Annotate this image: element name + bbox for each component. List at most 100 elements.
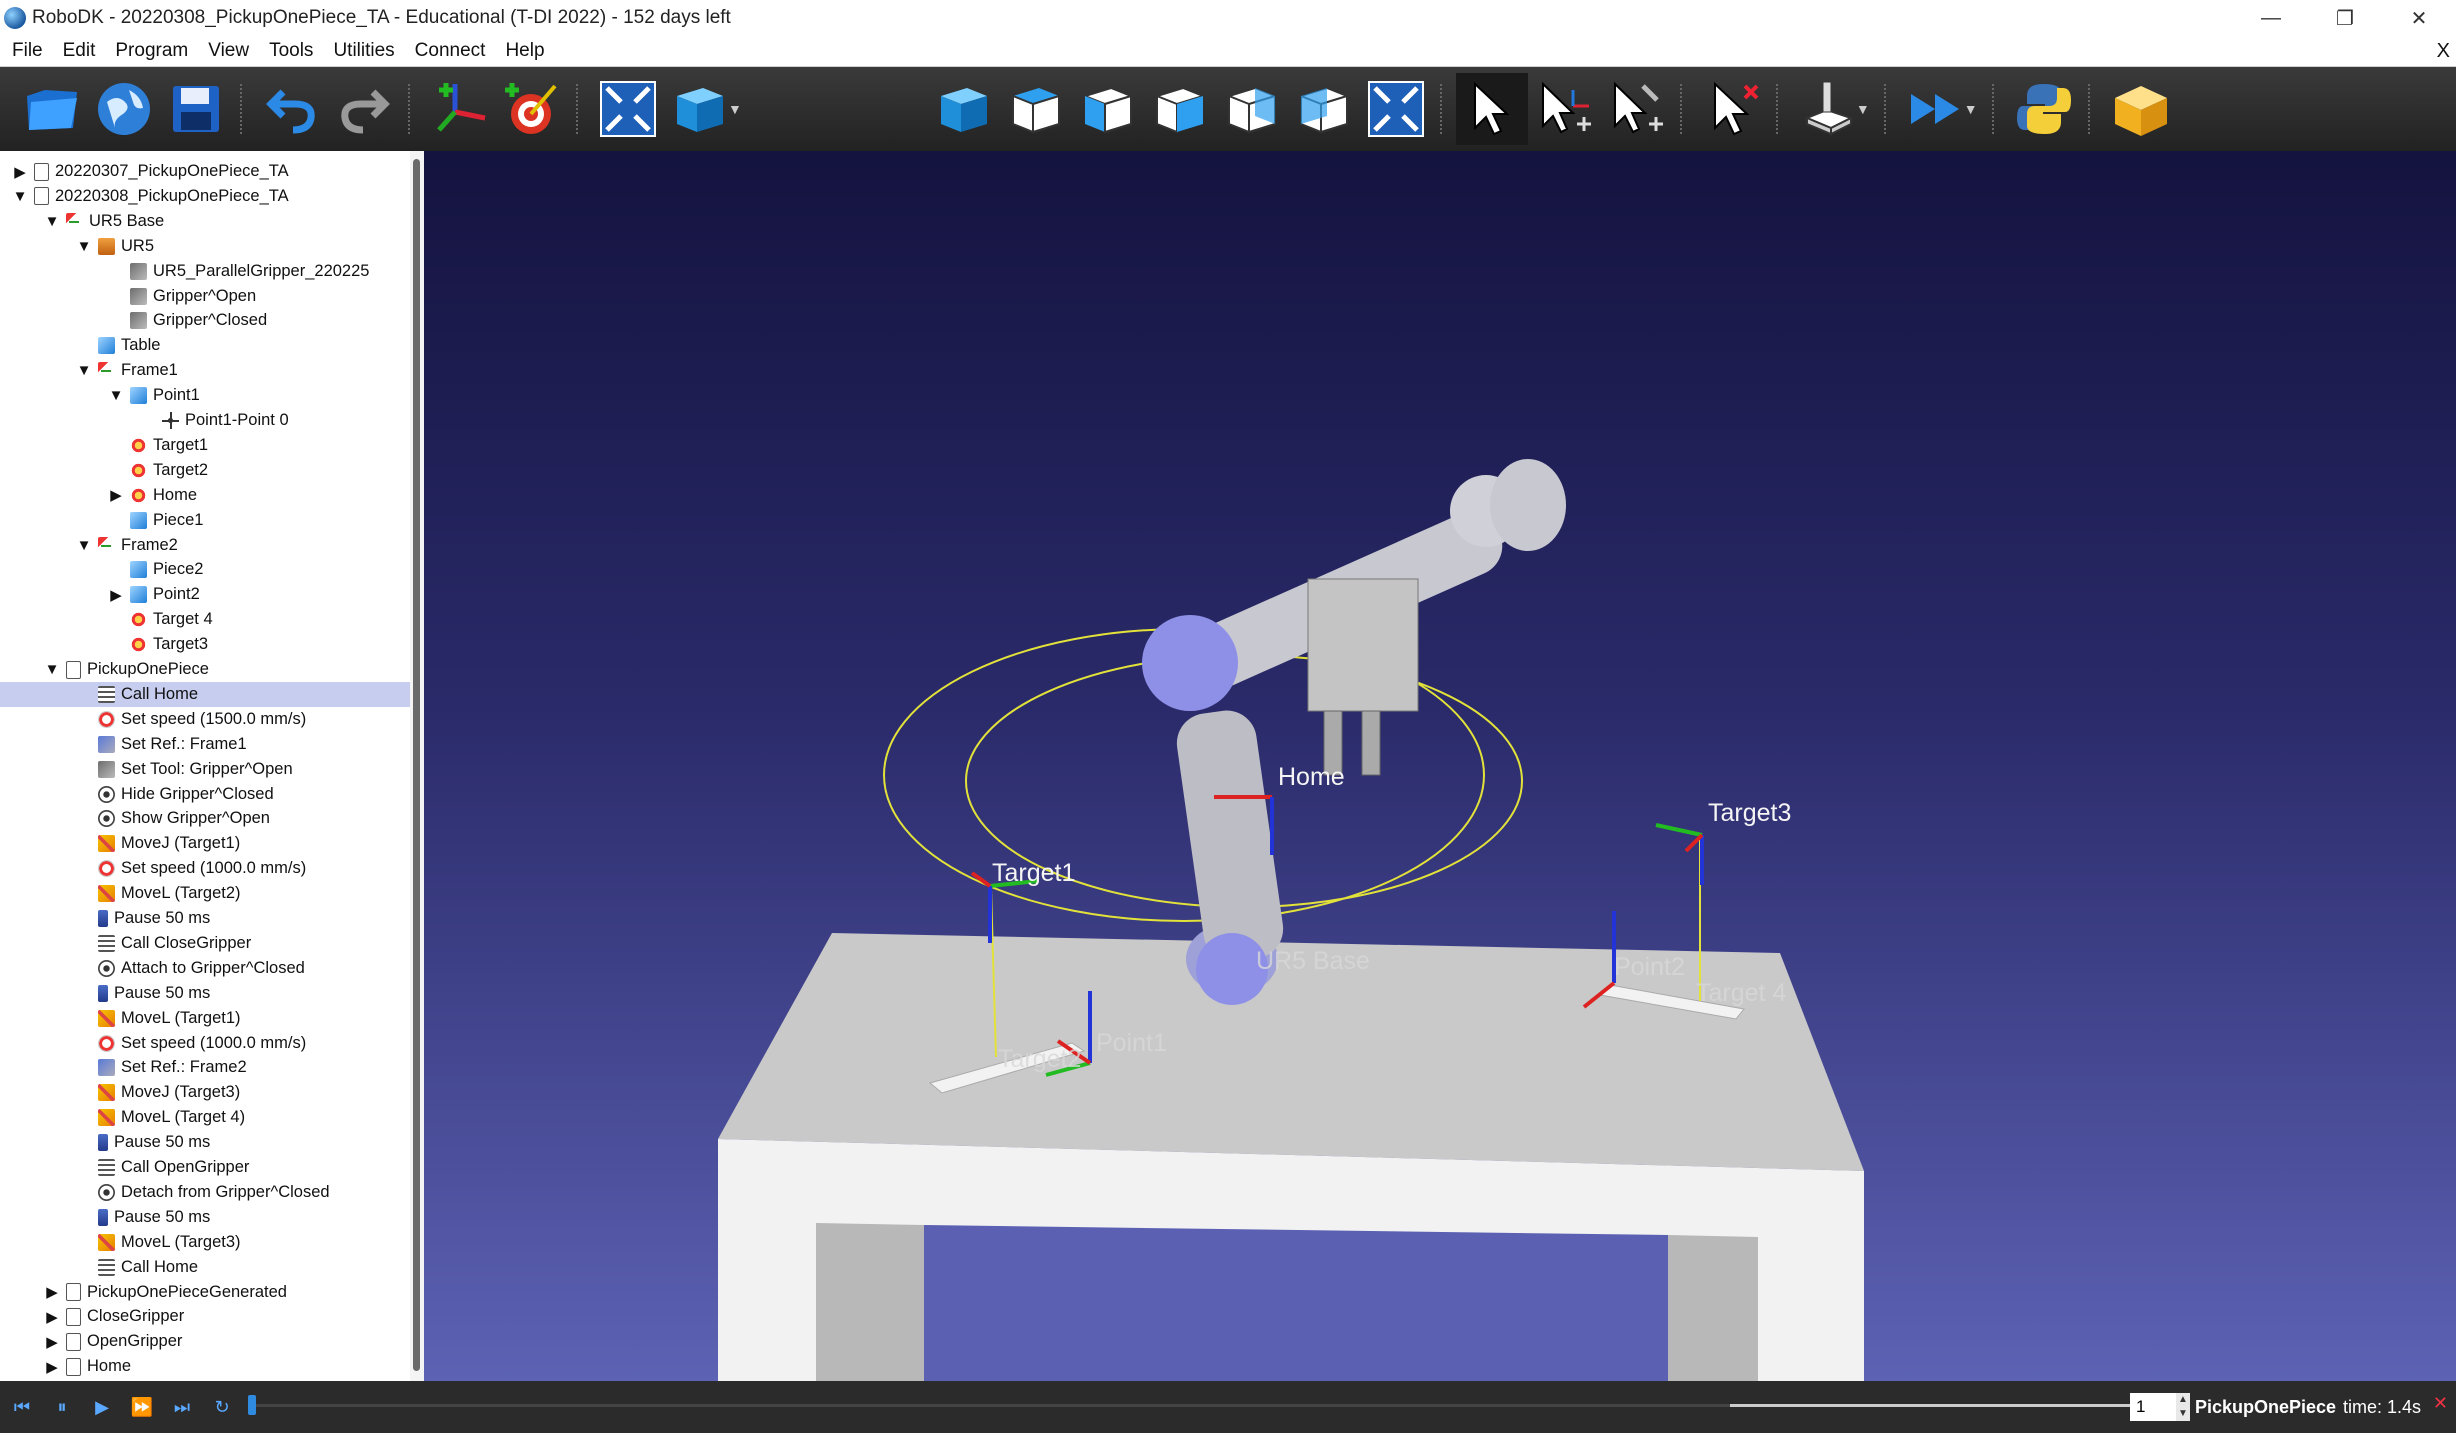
tree-item[interactable]: MoveJ (Target3) bbox=[0, 1080, 240, 1105]
ur5-base-label[interactable]: UR5 Base bbox=[1256, 947, 1370, 976]
menu-utilities[interactable]: Utilities bbox=[321, 40, 402, 62]
fit-view-icon[interactable] bbox=[1360, 73, 1432, 145]
loop-icon[interactable]: ↻ bbox=[204, 1389, 240, 1425]
menu-tools[interactable]: Tools bbox=[257, 40, 321, 62]
undo-icon[interactable] bbox=[256, 73, 328, 145]
save-icon[interactable] bbox=[160, 73, 232, 145]
collapse-arrow-icon[interactable]: ▼ bbox=[44, 213, 60, 230]
tree-item[interactable]: ▶ Point2 bbox=[0, 582, 200, 607]
tree-item[interactable]: Gripper^Open bbox=[0, 284, 256, 309]
tree-item[interactable]: Pause 50 ms bbox=[0, 906, 210, 931]
3d-viewport[interactable]: Home Target1 Target3 UR5 Base Point2 Tar… bbox=[424, 151, 2456, 1381]
tree-item[interactable]: Set Ref.: Frame1 bbox=[0, 732, 247, 757]
play-icon[interactable]: ▶ bbox=[84, 1389, 120, 1425]
tree-item[interactable]: ▶ Home bbox=[0, 1354, 131, 1379]
tree-item[interactable]: MoveL (Target 4) bbox=[0, 1105, 245, 1130]
python-icon[interactable] bbox=[2008, 73, 2080, 145]
tree-scrollbar[interactable] bbox=[410, 151, 424, 1381]
tree-item[interactable]: ▶ Home bbox=[0, 483, 197, 508]
target3-label[interactable]: Target3 bbox=[1708, 799, 1791, 828]
tree-item[interactable]: Piece1 bbox=[0, 508, 203, 533]
tree-item[interactable]: ▼ PickupOnePiece bbox=[0, 657, 209, 682]
delete-selection-icon[interactable] bbox=[1696, 73, 1768, 145]
collapse-arrow-icon[interactable]: ▼ bbox=[108, 387, 124, 404]
tree-item[interactable]: UR5_ParallelGripper_220225 bbox=[0, 259, 369, 284]
tree-item[interactable]: Pause 50 ms bbox=[0, 1130, 210, 1155]
back-view-icon[interactable] bbox=[1216, 73, 1288, 145]
top-view-icon[interactable] bbox=[1000, 73, 1072, 145]
target2-label[interactable]: Target2 bbox=[998, 1045, 1081, 1074]
menu-help[interactable]: Help bbox=[493, 40, 552, 62]
close-icon[interactable]: ✕ bbox=[2433, 1393, 2448, 1414]
scrollbar-thumb[interactable] bbox=[413, 159, 420, 1371]
collapse-arrow-icon[interactable]: ▼ bbox=[44, 661, 60, 678]
tree-item[interactable]: ▶ 20220307_PickupOnePiece_TA bbox=[0, 159, 289, 184]
expand-arrow-icon[interactable]: ▶ bbox=[108, 487, 124, 504]
home-label[interactable]: Home bbox=[1278, 763, 1345, 792]
move-tool-icon[interactable] bbox=[1600, 73, 1672, 145]
skip-back-icon[interactable]: ⏮ bbox=[4, 1389, 40, 1425]
tree-item[interactable]: Detach from Gripper^Closed bbox=[0, 1180, 330, 1205]
expand-arrow-icon[interactable]: ▶ bbox=[44, 1334, 60, 1351]
target1-label[interactable]: Target1 bbox=[992, 859, 1075, 888]
timeline-handle[interactable] bbox=[248, 1395, 256, 1415]
fast-forward-icon[interactable]: ⏩ bbox=[124, 1389, 160, 1425]
left-view-icon[interactable] bbox=[1288, 73, 1360, 145]
expand-arrow-icon[interactable]: ▶ bbox=[12, 164, 28, 181]
tree-item[interactable]: Pause 50 ms bbox=[0, 981, 210, 1006]
point1-label[interactable]: Point1 bbox=[1096, 1029, 1167, 1058]
tree-item[interactable]: ▶ PickupOnePieceGenerated bbox=[0, 1280, 287, 1305]
close-button[interactable]: ✕ bbox=[2382, 0, 2456, 36]
menu-close-button[interactable]: X bbox=[2437, 36, 2450, 66]
tree-item[interactable]: MoveL (Target3) bbox=[0, 1230, 241, 1255]
tree-item[interactable]: ▼ Frame1 bbox=[0, 358, 178, 383]
online-library-icon[interactable] bbox=[88, 73, 160, 145]
fast-simulation-icon[interactable] bbox=[1900, 73, 1972, 145]
collapse-arrow-icon[interactable]: ▼ bbox=[12, 188, 28, 205]
tree-item[interactable]: ▶ OpenGripper bbox=[0, 1329, 182, 1354]
target4-label[interactable]: Target 4 bbox=[1696, 979, 1786, 1008]
expand-arrow-icon[interactable]: ▶ bbox=[44, 1359, 60, 1376]
tree-item[interactable]: Target 4 bbox=[0, 607, 213, 632]
tree-item[interactable]: Set Tool: Gripper^Open bbox=[0, 757, 293, 782]
redo-icon[interactable] bbox=[328, 73, 400, 145]
tree-item[interactable]: Set speed (1000.0 mm/s) bbox=[0, 1031, 306, 1056]
speed-spinbox[interactable]: 1 bbox=[2130, 1393, 2180, 1421]
collapse-arrow-icon[interactable]: ▼ bbox=[76, 238, 92, 255]
display-object-icon[interactable] bbox=[664, 73, 736, 145]
tree-item[interactable]: ▼ Point1 bbox=[0, 383, 200, 408]
tree-item[interactable]: Table bbox=[0, 333, 160, 358]
open-icon[interactable] bbox=[16, 73, 88, 145]
menu-edit[interactable]: Edit bbox=[51, 40, 104, 62]
fit-all-icon[interactable] bbox=[592, 73, 664, 145]
tree-item[interactable]: ▼ Frame2 bbox=[0, 533, 178, 558]
tree-item[interactable]: Target1 bbox=[0, 433, 208, 458]
simulation-timeline[interactable] bbox=[250, 1404, 1730, 1407]
pause-icon[interactable]: ⏸ bbox=[44, 1389, 80, 1425]
add-reference-frame-icon[interactable] bbox=[424, 73, 496, 145]
tree-item[interactable]: MoveL (Target1) bbox=[0, 1006, 241, 1031]
iso-view-icon[interactable] bbox=[928, 73, 1000, 145]
tree-item[interactable]: Target2 bbox=[0, 458, 208, 483]
menu-program[interactable]: Program bbox=[103, 40, 196, 62]
expand-arrow-icon[interactable]: ▶ bbox=[44, 1284, 60, 1301]
tree-item[interactable]: MoveJ (Target1) bbox=[0, 831, 240, 856]
collapse-arrow-icon[interactable]: ▼ bbox=[76, 362, 92, 379]
menu-file[interactable]: File bbox=[0, 40, 51, 62]
package-icon[interactable] bbox=[2104, 73, 2176, 145]
tree-item[interactable]: ▼ UR5 Base bbox=[0, 209, 164, 234]
select-icon[interactable] bbox=[1455, 73, 1528, 145]
tree-item[interactable]: Set Ref.: Frame2 bbox=[0, 1055, 247, 1080]
tree-item[interactable]: Pause 50 ms bbox=[0, 1205, 210, 1230]
tree-item[interactable]: Call OpenGripper bbox=[0, 1155, 249, 1180]
expand-arrow-icon[interactable]: ▶ bbox=[108, 587, 124, 604]
tree-item[interactable]: Set speed (1500.0 mm/s) bbox=[0, 707, 306, 732]
tree-item[interactable]: ▶ CloseGripper bbox=[0, 1304, 184, 1329]
restore-button[interactable]: ❐ bbox=[2308, 0, 2382, 36]
skip-forward-icon[interactable]: ⏭ bbox=[164, 1389, 200, 1425]
point2-label[interactable]: Point2 bbox=[1614, 953, 1685, 982]
tree-item[interactable]: MoveL (Target2) bbox=[0, 881, 241, 906]
tree-item[interactable]: Show Gripper^Open bbox=[0, 806, 270, 831]
tree-item[interactable]: Gripper^Closed bbox=[0, 308, 267, 333]
tree-item[interactable]: Call Home bbox=[0, 1255, 198, 1280]
